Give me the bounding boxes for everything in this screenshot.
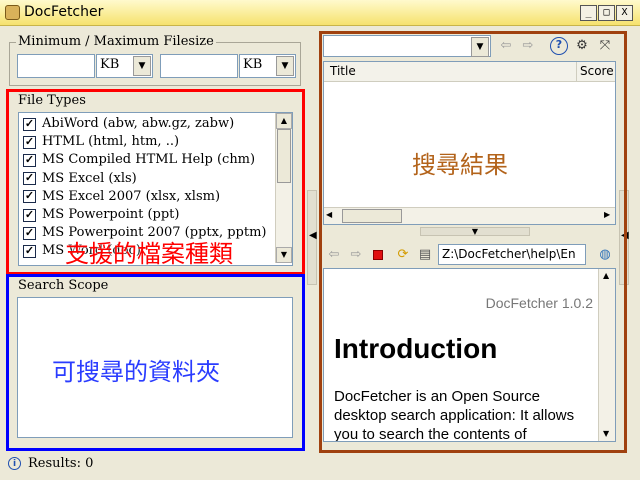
max-unit-select[interactable]: KB ▼ — [239, 54, 296, 78]
filetypes-annotation: 支援的檔案種類 — [65, 240, 233, 268]
close-button[interactable]: X — [616, 5, 633, 21]
min-unit-select[interactable]: KB ▼ — [96, 54, 153, 78]
min-filesize-input[interactable] — [17, 54, 95, 78]
chevron-down-icon[interactable]: ▼ — [133, 56, 151, 76]
chevron-left-icon[interactable]: ◀ — [309, 230, 317, 241]
max-unit-value: KB — [243, 57, 263, 72]
docfetcher-app-icon — [5, 5, 20, 20]
maximize-button[interactable]: □ — [598, 5, 615, 21]
min-unit-value: KB — [100, 57, 120, 72]
filesize-legend: Minimum / Maximum Filesize — [16, 34, 216, 49]
scope-annotation: 可搜尋的資料夾 — [52, 358, 220, 386]
window-title: DocFetcher — [24, 4, 104, 20]
status-text: Results: 0 — [28, 456, 94, 471]
chevron-down-icon[interactable]: ▼ — [276, 56, 294, 76]
minimize-button[interactable]: _ — [580, 5, 597, 21]
right-panel-highlight-box — [319, 31, 627, 453]
info-icon: i — [8, 457, 21, 470]
max-filesize-input[interactable] — [160, 54, 238, 78]
